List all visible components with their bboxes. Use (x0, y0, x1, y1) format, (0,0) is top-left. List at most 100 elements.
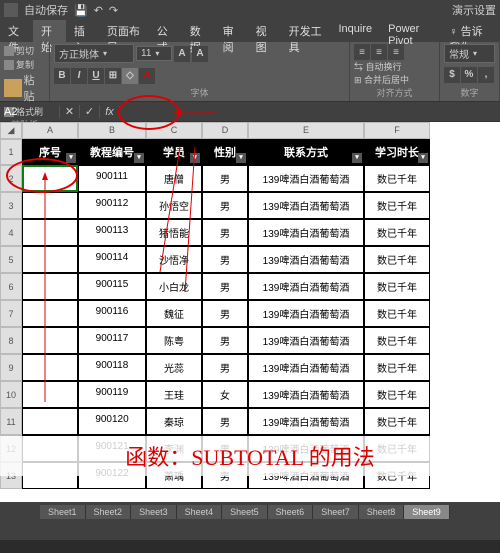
cell[interactable]: 数已千年 (364, 408, 430, 435)
sheet-tab[interactable]: Sheet1 (40, 505, 86, 519)
sheet-tab[interactable]: Sheet3 (131, 505, 177, 519)
cell[interactable] (22, 246, 78, 273)
table-header[interactable]: 学员▾ (146, 139, 202, 165)
sheet-tab[interactable]: Sheet2 (86, 505, 132, 519)
save-icon[interactable]: 💾 (74, 4, 88, 17)
col-header[interactable]: B (78, 122, 146, 139)
cell[interactable]: 男 (202, 354, 248, 381)
sheet-tab[interactable]: Sheet4 (177, 505, 223, 519)
tab-file[interactable]: 文件 (0, 20, 33, 42)
cell[interactable]: 魏征 (146, 300, 202, 327)
border-button[interactable]: ⊞ (105, 68, 121, 84)
align-mid-button[interactable]: ≡ (371, 44, 387, 60)
cell[interactable]: 900120 (78, 408, 146, 435)
font-color-button[interactable]: A (139, 68, 155, 84)
cell[interactable]: 900114 (78, 246, 146, 273)
cell[interactable]: 数已千年 (364, 273, 430, 300)
cell[interactable]: 139啤酒白酒葡萄酒 (248, 354, 364, 381)
cell[interactable]: 139啤酒白酒葡萄酒 (248, 381, 364, 408)
cell[interactable]: 数已千年 (364, 354, 430, 381)
cell[interactable]: 900119 (78, 381, 146, 408)
row-header[interactable]: 7 (0, 300, 22, 327)
cell[interactable]: 900113 (78, 219, 146, 246)
cell[interactable]: 孙悟空 (146, 192, 202, 219)
cell[interactable]: 女 (202, 381, 248, 408)
cell[interactable] (22, 381, 78, 408)
align-bot-button[interactable]: ≡ (388, 44, 404, 60)
row-header[interactable]: 5 (0, 246, 22, 273)
wrap-button[interactable]: ⇆ 自动换行 (354, 60, 435, 73)
cell[interactable]: 王珪 (146, 381, 202, 408)
row-header[interactable]: 8 (0, 327, 22, 354)
cell[interactable]: 男 (202, 246, 248, 273)
cell[interactable]: 光蕊 (146, 354, 202, 381)
cell[interactable] (22, 165, 78, 192)
cell[interactable]: 猪悟能 (146, 219, 202, 246)
cell[interactable]: 小白龙 (146, 273, 202, 300)
cell[interactable]: 139啤酒白酒葡萄酒 (248, 192, 364, 219)
cancel-formula-button[interactable]: ✕ (60, 105, 80, 118)
sheet-tab[interactable]: Sheet9 (404, 505, 450, 519)
select-all[interactable]: ◢ (0, 122, 22, 139)
col-header[interactable]: F (364, 122, 430, 139)
number-format-combo[interactable]: 常规▾ (444, 44, 495, 63)
tab-formula[interactable]: 公式 (149, 20, 182, 42)
name-box[interactable]: A2 (0, 106, 60, 118)
tab-inquire[interactable]: Inquire (330, 20, 380, 42)
table-header[interactable]: 序号▾ (22, 139, 78, 165)
cell[interactable]: 900117 (78, 327, 146, 354)
cell[interactable]: 男 (202, 192, 248, 219)
worksheet[interactable]: ◢ABCDEF1序号▾教程编号▾学员▾性别▾联系方式▾学习时长▾2900111唐… (0, 122, 500, 502)
font-size-combo[interactable]: 11▾ (136, 46, 172, 61)
table-header[interactable]: 性别▾ (202, 139, 248, 165)
cell[interactable]: 数已千年 (364, 246, 430, 273)
row-header[interactable]: 9 (0, 354, 22, 381)
cell[interactable]: 139啤酒白酒葡萄酒 (248, 327, 364, 354)
bold-button[interactable]: B (54, 68, 70, 84)
cell[interactable] (22, 219, 78, 246)
enter-formula-button[interactable]: ✓ (80, 105, 100, 118)
tell-me[interactable]: ♀ 告诉我你 (441, 20, 500, 42)
shrink-font-button[interactable]: A (192, 46, 208, 62)
autosave-toggle[interactable] (4, 3, 18, 17)
filter-icon[interactable]: ▾ (134, 153, 144, 163)
table-header[interactable]: 教程编号▾ (78, 139, 146, 165)
tab-data[interactable]: 数据 (182, 20, 215, 42)
percent-button[interactable]: % (461, 67, 477, 83)
sheet-tab[interactable]: Sheet5 (222, 505, 268, 519)
currency-button[interactable]: $ (444, 67, 460, 83)
row-header[interactable]: 1 (0, 139, 22, 165)
cell[interactable]: 139啤酒白酒葡萄酒 (248, 219, 364, 246)
italic-button[interactable]: I (71, 68, 87, 84)
cell[interactable]: 数已千年 (364, 327, 430, 354)
cell[interactable] (22, 327, 78, 354)
cell[interactable]: 900112 (78, 192, 146, 219)
cell[interactable]: 沙悟净 (146, 246, 202, 273)
row-header[interactable]: 4 (0, 219, 22, 246)
merge-button[interactable]: ⊞ 合并后居中 (354, 73, 435, 86)
cut-button[interactable]: 剪切 (4, 44, 45, 57)
cell[interactable]: 139啤酒白酒葡萄酒 (248, 408, 364, 435)
cell[interactable]: 男 (202, 327, 248, 354)
col-header[interactable]: A (22, 122, 78, 139)
font-name-combo[interactable]: 方正姚体▾ (54, 44, 134, 63)
filter-icon[interactable]: ▾ (236, 153, 246, 163)
tab-view[interactable]: 视图 (248, 20, 281, 42)
cell[interactable]: 900115 (78, 273, 146, 300)
paste-button[interactable]: 粘贴 (4, 72, 45, 104)
cell[interactable]: 900111 (78, 165, 146, 192)
filter-icon[interactable]: ▾ (352, 153, 362, 163)
cell[interactable]: 男 (202, 408, 248, 435)
cell[interactable] (22, 300, 78, 327)
col-header[interactable]: D (202, 122, 248, 139)
fx-button[interactable]: fx (100, 106, 120, 118)
tab-dev[interactable]: 开发工具 (281, 20, 331, 42)
align-top-button[interactable]: ≡ (354, 44, 370, 60)
cell[interactable]: 139啤酒白酒葡萄酒 (248, 246, 364, 273)
row-header[interactable]: 6 (0, 273, 22, 300)
cell[interactable]: 数已千年 (364, 219, 430, 246)
cell[interactable] (22, 408, 78, 435)
sheet-tab[interactable]: Sheet7 (313, 505, 359, 519)
cell[interactable]: 唐僧 (146, 165, 202, 192)
cell[interactable]: 男 (202, 273, 248, 300)
